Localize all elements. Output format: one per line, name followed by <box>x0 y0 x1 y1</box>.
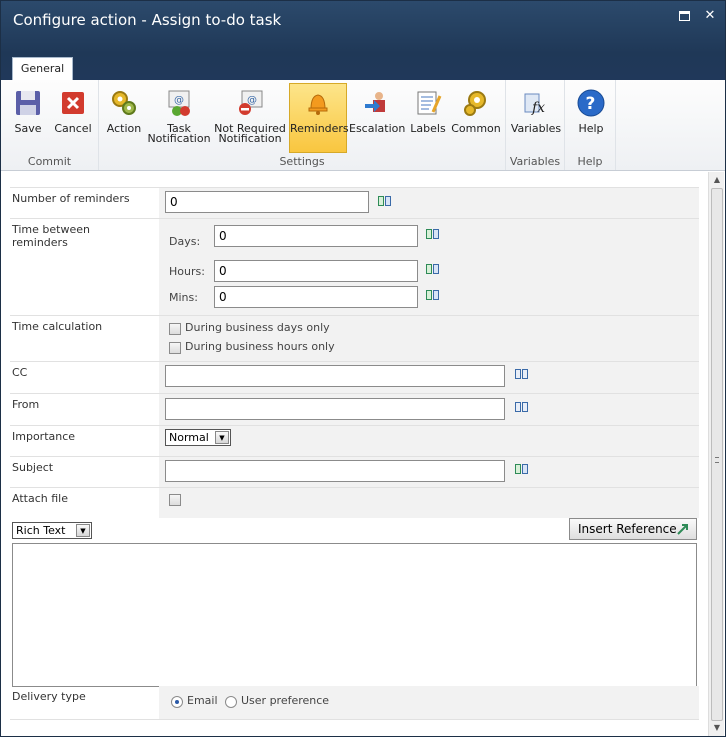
variables-button[interactable]: fx Variables <box>510 84 562 152</box>
common-button[interactable]: Common <box>451 84 501 152</box>
labels-button[interactable]: Labels <box>407 84 449 152</box>
lookup-book-icon[interactable] <box>425 227 441 241</box>
tab-general[interactable]: General <box>12 57 73 80</box>
cancel-button[interactable]: Cancel <box>51 84 95 152</box>
close-button[interactable]: ✕ <box>703 9 717 23</box>
scroll-down-icon[interactable]: ▼ <box>711 722 723 734</box>
email-radio[interactable] <box>171 696 183 708</box>
not-required-notification-button[interactable]: @ Not Required Notification <box>213 84 287 152</box>
save-button[interactable]: Save <box>7 84 49 152</box>
insert-reference-button[interactable]: Insert Reference <box>569 518 697 540</box>
close-icon: ✕ <box>704 8 716 23</box>
help-button[interactable]: ? Help <box>569 84 613 152</box>
gears-icon <box>112 91 136 115</box>
save-icon <box>16 91 40 115</box>
lookup-book-icon[interactable] <box>425 262 441 276</box>
chevron-down-icon: ▼ <box>215 431 229 444</box>
lookup-book-icon[interactable] <box>514 462 530 476</box>
bell-icon <box>308 94 328 115</box>
svg-text:fx: fx <box>531 100 545 116</box>
subject-input[interactable] <box>165 460 505 482</box>
mins-input[interactable]: 0 <box>214 286 418 308</box>
row-attach-file: Attach file <box>10 488 699 518</box>
ribbon-group-commit: Save Cancel Commit <box>1 80 99 170</box>
maximize-icon <box>679 11 690 21</box>
days-input[interactable]: 0 <box>214 225 418 247</box>
svg-text:?: ? <box>586 94 596 114</box>
action-button[interactable]: Action <box>103 84 145 152</box>
business-days-checkbox[interactable] <box>169 323 181 335</box>
number-of-reminders-input[interactable]: 0 <box>165 191 369 213</box>
dialog-title: Configure action - Assign to-do task <box>13 11 282 29</box>
message-body-editor[interactable] <box>12 543 697 687</box>
task-notification-icon: @ <box>168 90 190 116</box>
configure-action-dialog: Configure action - Assign to-do task ✕ G… <box>0 0 726 737</box>
row-delivery-type: Delivery type Email User preference <box>10 686 699 720</box>
grip-icon <box>715 457 719 463</box>
form-content: Number of reminders 0 Time between remin… <box>2 172 708 736</box>
business-hours-checkbox[interactable] <box>169 342 181 354</box>
row-time-between-reminders: Time between reminders Days: 0 Hours: 0 … <box>10 219 699 316</box>
cc-input[interactable] <box>165 365 505 387</box>
row-importance: Importance Normal ▼ <box>10 426 699 457</box>
ribbon-group-settings: Action @ Task Notification @ Not Require… <box>99 80 506 170</box>
user-preference-radio[interactable] <box>225 696 237 708</box>
svg-text:@: @ <box>174 95 184 106</box>
insert-arrow-icon <box>677 524 688 535</box>
body-format-select[interactable]: Rich Text ▼ <box>12 522 92 539</box>
lookup-book-icon[interactable] <box>377 194 393 208</box>
hours-input[interactable]: 0 <box>214 260 418 282</box>
title-bar: Configure action - Assign to-do task ✕ <box>1 1 725 53</box>
row-number-of-reminders: Number of reminders 0 <box>10 187 699 219</box>
address-book-icon[interactable] <box>514 367 530 381</box>
address-book-icon[interactable] <box>514 400 530 414</box>
ribbon: Save Cancel Commit Action @ Task Notific… <box>1 80 725 171</box>
chevron-down-icon: ▼ <box>76 524 90 537</box>
attach-file-checkbox[interactable] <box>169 494 181 506</box>
ribbon-group-variables: fx Variables Variables <box>506 80 565 170</box>
escalation-icon <box>365 92 385 112</box>
scroll-up-icon[interactable]: ▲ <box>711 174 723 186</box>
row-from: From <box>10 394 699 426</box>
not-required-notification-icon: @ <box>239 90 263 115</box>
maximize-button[interactable] <box>679 9 693 23</box>
row-time-calculation: Time calculation During business days on… <box>10 316 699 362</box>
row-cc: CC <box>10 362 699 394</box>
cancel-icon <box>62 92 84 114</box>
fx-icon: fx <box>524 93 545 116</box>
row-subject: Subject <box>10 457 699 488</box>
ribbon-tab-strip: General <box>1 53 725 80</box>
reminders-button[interactable]: Reminders <box>289 83 349 153</box>
from-input[interactable] <box>165 398 505 420</box>
ribbon-group-help: ? Help Help <box>565 80 616 170</box>
importance-select[interactable]: Normal ▼ <box>165 429 231 446</box>
scrollbar-thumb[interactable] <box>711 188 723 721</box>
escalation-button[interactable]: Escalation <box>349 84 405 152</box>
lookup-book-icon[interactable] <box>425 288 441 302</box>
labels-icon <box>417 91 442 115</box>
task-notification-button[interactable]: @ Task Notification <box>147 84 211 152</box>
common-gears-icon <box>464 91 486 116</box>
help-icon: ? <box>577 89 605 117</box>
vertical-scrollbar[interactable]: ▲ ▼ <box>708 172 724 736</box>
